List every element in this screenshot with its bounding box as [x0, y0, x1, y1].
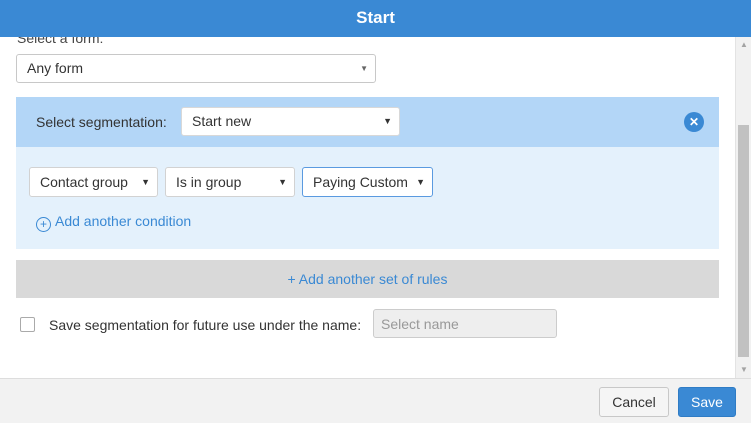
condition-value-select[interactable]: Paying Custom ▼ — [302, 167, 433, 197]
segmentation-select[interactable]: Start new ▼ — [181, 107, 400, 136]
save-segmentation-label: Save segmentation for future use under t… — [49, 317, 362, 333]
chevron-down-icon: ▼ — [416, 177, 425, 187]
chevron-down-icon: ▼ — [278, 177, 287, 187]
cancel-button[interactable]: Cancel — [599, 387, 669, 417]
dialog-content: Select a form: Any form ▼ Select segment… — [0, 37, 751, 378]
form-select-value: Any form — [27, 60, 84, 76]
segmentation-label: Select segmentation: — [36, 114, 167, 130]
condition-field-value: Contact group — [40, 174, 128, 190]
add-condition-link[interactable]: + Add another condition — [36, 212, 191, 232]
segmentation-name-input[interactable] — [373, 309, 557, 338]
chevron-down-icon: ▼ — [141, 177, 150, 187]
condition-field-select[interactable]: Contact group ▼ — [29, 167, 158, 197]
dialog-footer: Cancel Save — [0, 378, 751, 423]
form-select[interactable]: Any form ▼ — [16, 54, 376, 83]
save-segmentation-row: Save segmentation for future use under t… — [20, 309, 580, 339]
chevron-down-icon: ▼ — [360, 64, 368, 73]
add-condition-label: Add another condition — [55, 213, 192, 229]
scroll-up-icon[interactable]: ▲ — [736, 37, 751, 53]
form-select-label: Select a form: — [17, 37, 104, 46]
condition-operator-select[interactable]: Is in group ▼ — [165, 167, 295, 197]
scroll-thumb[interactable] — [738, 125, 749, 357]
close-segmentation-icon[interactable]: ✕ — [684, 112, 704, 132]
save-button[interactable]: Save — [678, 387, 736, 417]
scroll-down-icon[interactable]: ▼ — [736, 362, 751, 378]
condition-value-value: Paying Custom — [313, 174, 408, 190]
window-title: Start — [0, 0, 751, 37]
save-segmentation-checkbox[interactable] — [20, 317, 35, 332]
vertical-scrollbar[interactable]: ▲ ▼ — [735, 37, 751, 378]
segmentation-select-value: Start new — [192, 113, 252, 129]
plus-circle-icon: + — [36, 217, 51, 232]
conditions-panel: Contact group ▼ Is in group ▼ Paying Cus… — [16, 147, 719, 249]
chevron-down-icon: ▼ — [383, 116, 392, 126]
condition-operator-value: Is in group — [176, 174, 242, 190]
segmentation-header: Select segmentation: Start new ▼ ✕ — [16, 97, 719, 147]
add-rule-set-button[interactable]: + Add another set of rules — [16, 260, 719, 298]
